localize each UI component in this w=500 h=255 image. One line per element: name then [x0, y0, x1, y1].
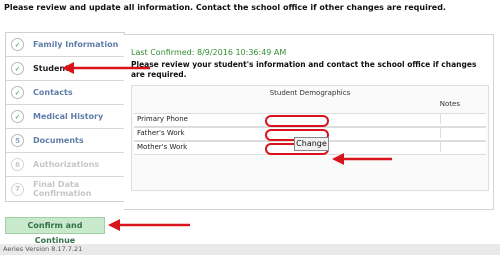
annotation-arrow-icon — [332, 153, 392, 165]
wizard-step-nav: ✓ Family Information ✓ Student ✓ Contact… — [5, 32, 125, 202]
annotation-arrow-icon — [62, 62, 150, 74]
nav-item-label: Contacts — [33, 88, 73, 97]
table-title: Student Demographics — [269, 89, 351, 97]
nav-item-family-information[interactable]: ✓ Family Information — [6, 33, 124, 57]
nav-item-authorizations: 6 Authorizations — [6, 153, 124, 177]
check-icon: ✓ — [11, 86, 24, 99]
nav-item-contacts[interactable]: ✓ Contacts — [6, 81, 124, 105]
step-number-icon: 7 — [11, 182, 24, 196]
row-label: Mother's Work — [137, 143, 188, 151]
check-icon: ✓ — [11, 62, 24, 75]
page-instructions: Please review and update all information… — [4, 3, 446, 12]
footer: Aeries Version 8.17.7.21 — [0, 244, 500, 255]
review-instructions: Please review your student's information… — [131, 60, 477, 79]
step-number-icon: 6 — [11, 158, 24, 171]
nav-item-medical-history[interactable]: ✓ Medical History — [6, 105, 124, 129]
table-row: Primary Phone — [134, 113, 486, 127]
nav-item-label: Family Information — [33, 40, 119, 49]
notes-cell — [440, 142, 485, 152]
nav-item-documents[interactable]: 5 Documents — [6, 129, 124, 153]
notes-cell — [440, 128, 485, 138]
nav-item-label: Medical History — [33, 112, 104, 121]
primary-phone-field[interactable] — [265, 115, 329, 127]
check-icon: ✓ — [11, 38, 24, 51]
annotation-arrow-icon — [108, 219, 190, 231]
notes-cell — [440, 114, 485, 124]
nav-item-label: Final Data Confirmation — [33, 180, 92, 198]
student-panel: Last Confirmed: 8/9/2016 10:36:49 AM Ple… — [124, 34, 494, 210]
nav-item-label: Documents — [33, 136, 84, 145]
nav-item-final-data-confirmation: 7 Final Data Confirmation — [6, 177, 124, 201]
check-icon: ✓ — [11, 110, 24, 123]
step-number-icon: 5 — [11, 134, 24, 147]
version-text: Aeries Version 8.17.7.21 — [3, 245, 83, 253]
confirm-and-continue-button[interactable]: Confirm and Continue — [5, 217, 105, 245]
row-label: Primary Phone — [137, 115, 188, 123]
last-confirmed-text: Last Confirmed: 8/9/2016 10:36:49 AM — [131, 48, 287, 57]
change-button[interactable]: Change — [294, 137, 329, 151]
nav-item-label: Authorizations — [33, 160, 100, 169]
row-label: Father's Work — [137, 129, 185, 137]
notes-column-header: Notes — [439, 100, 460, 108]
